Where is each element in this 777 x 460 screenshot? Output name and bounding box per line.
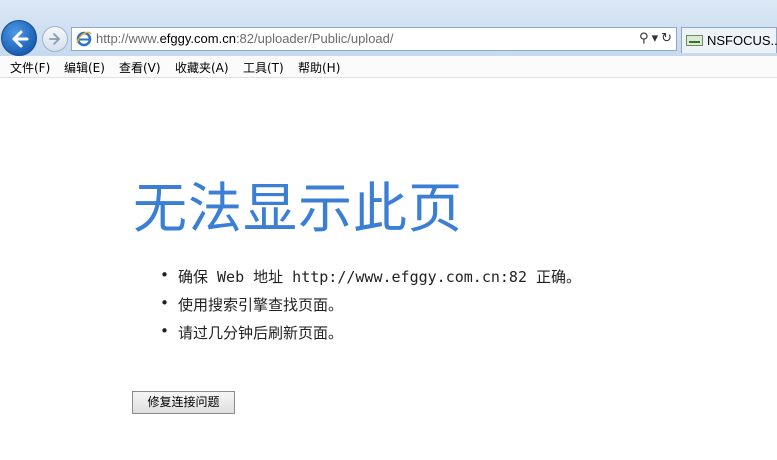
url-text[interactable]: http://www.efggy.com.cn:82/uploader/Publ… xyxy=(96,31,394,46)
menu-edit[interactable]: 编辑(E) xyxy=(64,59,105,76)
tips-list: 确保 Web 地址 http://www.efggy.com.cn:82 正确。… xyxy=(160,266,581,350)
menu-tools[interactable]: 工具(T) xyxy=(243,59,284,76)
tip-item: 请过几分钟后刷新页面。 xyxy=(160,322,581,350)
refresh-icon[interactable]: ↻ xyxy=(661,31,672,46)
menu-file[interactable]: 文件(F) xyxy=(10,59,50,76)
tab-title: NSFOCUS... xyxy=(707,33,777,48)
forward-button[interactable] xyxy=(42,26,68,52)
tip-item: 确保 Web 地址 http://www.efggy.com.cn:82 正确。 xyxy=(160,266,581,294)
tab-favicon-icon xyxy=(686,35,703,46)
browser-tab[interactable]: NSFOCUS... xyxy=(681,27,777,53)
search-dropdown-icon[interactable]: ▾ xyxy=(652,31,659,46)
tip-item: 使用搜索引擎查找页面。 xyxy=(160,294,581,322)
fix-connection-button[interactable]: 修复连接问题 xyxy=(132,391,235,414)
back-button[interactable] xyxy=(1,20,37,56)
ie-logo-icon xyxy=(76,31,92,47)
forward-arrow-icon xyxy=(49,33,60,45)
menu-favorites[interactable]: 收藏夹(A) xyxy=(175,59,229,76)
back-arrow-icon xyxy=(12,30,29,48)
menu-view[interactable]: 查看(V) xyxy=(119,59,161,76)
browser-toolbar: http://www.efggy.com.cn:82/uploader/Publ… xyxy=(0,0,777,56)
menu-bar: 文件(F) 编辑(E) 查看(V) 收藏夹(A) 工具(T) 帮助(H) xyxy=(0,56,777,78)
error-title: 无法显示此页 xyxy=(133,177,463,240)
url-host: efggy.com.cn xyxy=(159,31,236,46)
address-bar[interactable]: http://www.efggy.com.cn:82/uploader/Publ… xyxy=(71,27,677,51)
search-icon[interactable]: ⚲ xyxy=(639,31,649,46)
address-tools: ⚲ ▾ ↻ xyxy=(636,31,672,46)
menu-help[interactable]: 帮助(H) xyxy=(298,59,340,76)
